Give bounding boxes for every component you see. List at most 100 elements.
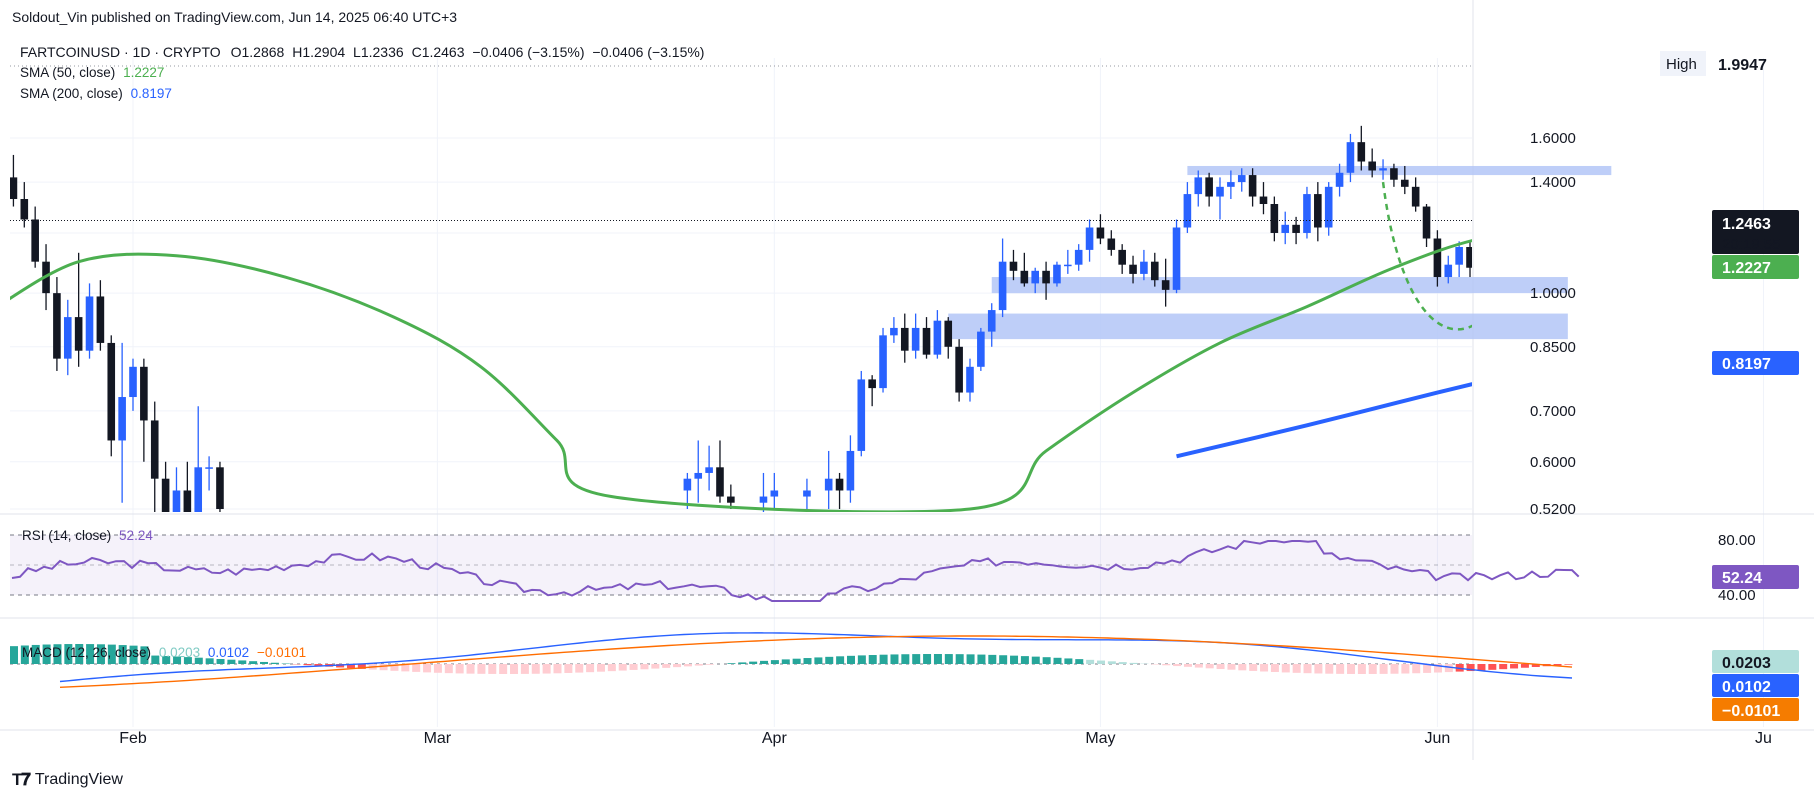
candle-body [1064, 264, 1072, 267]
candle-body [1259, 196, 1268, 205]
macd-histogram-bar [890, 654, 899, 664]
macd-histogram-bar [1107, 661, 1116, 664]
candle-body [96, 296, 105, 343]
candle-body [1031, 270, 1040, 284]
price-tick-label: 0.5200 [1530, 501, 1576, 518]
macd-histogram-bar [1488, 664, 1497, 670]
candle [868, 375, 876, 407]
sma50-value: 1.2227 [123, 65, 165, 80]
macd-histogram-bar [1183, 664, 1192, 667]
month-label: Feb [119, 730, 147, 747]
candle [1107, 230, 1116, 256]
candle-body [1216, 186, 1224, 197]
projection-arrowhead [1604, 182, 1622, 199]
sma200-legend[interactable]: SMA (200, close) 0.8197 [20, 86, 172, 101]
macd-histogram-bar [1205, 664, 1214, 669]
candle-body [1227, 182, 1235, 187]
macd-legend[interactable]: MACD (12, 26, close) 0.0203 0.0102 −0.01… [22, 645, 306, 660]
rsi-legend[interactable]: RSI (14, close) 52.24 [22, 528, 153, 543]
publisher-line: Soldout_Vin published on TradingView.com… [12, 9, 457, 25]
macd-histogram-bar [1042, 657, 1051, 664]
candle-body [1422, 206, 1431, 239]
sma50-legend[interactable]: SMA (50, close) 1.2227 [20, 65, 164, 80]
macd-histogram-bar [10, 646, 18, 664]
macd-histogram-bar [1347, 664, 1356, 674]
macd-histogram-bar [1412, 664, 1421, 674]
candle-body [1107, 238, 1116, 250]
candle-body [1042, 270, 1050, 284]
macd-histogram-bar [770, 660, 779, 664]
macd-histogram-bar [238, 660, 247, 664]
candle-body [683, 478, 692, 491]
macd-pane [10, 632, 1573, 688]
tradingview-footer[interactable]: T𝟕 TradingView [12, 770, 123, 790]
candle-body [85, 296, 94, 351]
candle-body [1161, 280, 1170, 290]
candle-body [716, 467, 724, 497]
open-value: 1.2868 [241, 44, 285, 60]
candle-body [1575, 210, 1583, 221]
candle [911, 313, 920, 359]
candle [727, 484, 735, 509]
candle-body [1281, 224, 1290, 233]
candle-body [1292, 224, 1300, 233]
macd-histogram-bar [1086, 659, 1095, 664]
candle-body [1510, 293, 1518, 306]
candle-body [161, 478, 170, 512]
candle [966, 358, 974, 402]
price-axis: 1.6000 1.4000 1.0000 0.8500 0.7000 0.6000 0.52… [1530, 51, 1799, 721]
price-tick-label: 0.8500 [1530, 339, 1576, 356]
macd-histogram-bar [1510, 664, 1519, 669]
candle-body [1053, 264, 1061, 284]
candle-body [1140, 261, 1148, 274]
macd-histogram-bar [596, 664, 605, 672]
rsi-pane [10, 534, 1580, 602]
time-axis: Feb Mar Apr May Jun Ju [119, 730, 1772, 747]
candle [216, 461, 224, 512]
candle-body [998, 261, 1007, 311]
candle-body [20, 199, 29, 220]
macd-histogram-bar [977, 654, 986, 664]
macd-histogram-bar [683, 664, 692, 667]
macd-histogram-bar [1194, 664, 1203, 668]
sma50-tag-value: 1.2227 [1722, 260, 1771, 277]
candle-body [1455, 247, 1463, 265]
candle-body [835, 478, 844, 491]
candle-body [824, 478, 833, 491]
candle [1020, 252, 1029, 287]
price-tick-label: 1.0000 [1530, 285, 1576, 302]
candle-body [977, 331, 985, 367]
macd-histogram-bar [629, 664, 638, 670]
candle [955, 339, 963, 402]
candle [824, 450, 833, 509]
candle [1085, 219, 1094, 262]
candle-body [1248, 175, 1257, 197]
candle-body [1400, 179, 1409, 187]
macd-histogram-bar [651, 664, 660, 669]
candle [140, 358, 148, 462]
macd-histogram-bar [586, 664, 595, 673]
candle-body [944, 320, 953, 347]
macd-histogram-bar [531, 664, 540, 674]
macd-histogram-bar [1325, 664, 1334, 674]
tradingview-logo-icon: T𝟕 [12, 770, 31, 789]
rsi-value: 52.24 [119, 528, 153, 543]
chart-canvas[interactable]: 1.6000 1.4000 1.0000 0.8500 0.7000 0.6000 0.52… [0, 0, 1814, 802]
sma50-label: SMA (50, close) [20, 65, 116, 80]
macd-histogram-bar [1216, 664, 1225, 670]
candle-body [1324, 186, 1333, 228]
candle-body [803, 490, 811, 497]
macd-histogram-bar [477, 664, 486, 674]
candle-body [1346, 142, 1355, 173]
candle-body [770, 490, 779, 497]
candle-body [1270, 204, 1279, 233]
projection-arrow-line [1579, 182, 1623, 293]
macd-histogram-bar [966, 654, 975, 664]
candle [1292, 216, 1300, 245]
month-label: Mar [424, 730, 452, 747]
candle-body [759, 496, 768, 503]
candle-body [150, 420, 159, 479]
macd-histogram-bar [1314, 664, 1323, 674]
tradingview-brand: TradingView [34, 771, 123, 788]
candle [0, 122, 6, 194]
